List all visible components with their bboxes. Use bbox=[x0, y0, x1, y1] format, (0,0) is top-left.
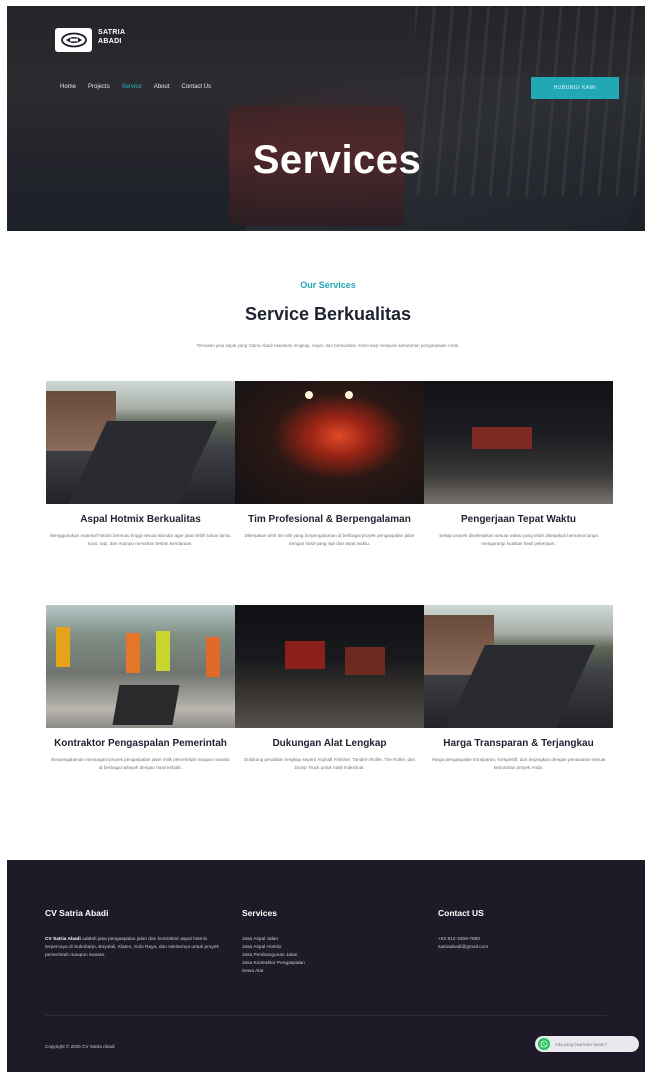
footer-about-strong: CV Satria Abadi bbox=[45, 937, 81, 942]
service-title: Harga Transparan & Terjangkau bbox=[443, 738, 594, 749]
service-text: Setiap proyek diselesaikan sesuai waktu … bbox=[439, 533, 598, 546]
service-card: Pengerjaan Tepat Waktu Setiap proyek dis… bbox=[424, 381, 613, 547]
contact-cta-button[interactable]: HUBUNGI KAMI bbox=[531, 77, 619, 99]
footer: CV Satria Abadi CV Satria Abadi adalah j… bbox=[7, 860, 645, 1072]
footer-about-title: CV Satria Abadi bbox=[45, 908, 109, 918]
brand-name[interactable]: SATRIA ABADI bbox=[98, 28, 125, 46]
brand-name-line1: SATRIA bbox=[98, 29, 126, 36]
service-text: Harga pengaspalan transparan, kompetitif… bbox=[431, 757, 606, 770]
footer-contact-list: +62 812-3456-7890 satriaabadi@gmail.com bbox=[438, 936, 608, 952]
page-title: Services bbox=[252, 138, 422, 182]
section-title: Service Berkualitas bbox=[244, 304, 412, 324]
footer-service-link[interactable]: Sewa Alat bbox=[242, 968, 412, 976]
service-title: Kontraktor Pengaspalan Pemerintah bbox=[54, 738, 227, 749]
whatsapp-label: Ada yang bisa kami bantu? bbox=[555, 1041, 607, 1047]
footer-phone[interactable]: +62 812-3456-7890 bbox=[438, 936, 608, 944]
service-image-equipment bbox=[235, 605, 424, 728]
service-text: Didukung peralatan lengkap seperti Aspha… bbox=[243, 757, 416, 770]
service-image-finished-road bbox=[424, 605, 613, 728]
logo[interactable] bbox=[55, 28, 92, 52]
section-description: Temukan jasa aspal yang Satria Abadi taw… bbox=[196, 343, 460, 348]
copyright: Copyright © 2025 CV Satria Abadi bbox=[45, 1044, 115, 1049]
service-card: Dukungan Alat Lengkap Didukung peralatan… bbox=[235, 605, 424, 771]
service-image-workers bbox=[46, 605, 235, 728]
nav-item-home[interactable]: Home bbox=[60, 84, 76, 90]
footer-contact-title: Contact US bbox=[438, 908, 484, 918]
hero-banner: SATRIA ABADI Home Projects Service About… bbox=[7, 6, 645, 231]
footer-services-list: Jasa Aspal Jalan Jasa Aspal Hotmix Jasa … bbox=[242, 936, 412, 976]
footer-contact: Contact US +62 812-3456-7890 satriaabadi… bbox=[438, 908, 608, 952]
service-card: Harga Transparan & Terjangkau Harga peng… bbox=[424, 605, 613, 771]
service-title: Dukungan Alat Lengkap bbox=[272, 738, 387, 749]
footer-service-link[interactable]: Jasa Aspal Jalan bbox=[242, 936, 412, 944]
logo-icon bbox=[60, 32, 87, 48]
footer-divider bbox=[45, 1015, 607, 1016]
service-text: Berpengalaman menangani proyek pengaspal… bbox=[51, 757, 230, 770]
footer-service-link[interactable]: Jasa Kontraktor Pengaspalan bbox=[242, 960, 412, 968]
nav-item-projects[interactable]: Projects bbox=[88, 84, 110, 90]
footer-about: CV Satria Abadi CV Satria Abadi adalah j… bbox=[45, 908, 225, 960]
whatsapp-icon bbox=[538, 1038, 550, 1050]
service-image-fresh-asphalt bbox=[46, 381, 235, 504]
footer-service-link[interactable]: Jasa Pembangunan Jalan bbox=[242, 952, 412, 960]
service-card: Kontraktor Pengaspalan Pemerintah Berpen… bbox=[46, 605, 235, 771]
footer-about-text: CV Satria Abadi adalah jasa pengaspalan … bbox=[45, 936, 225, 960]
nav-item-about[interactable]: About bbox=[154, 84, 170, 90]
nav-item-contact[interactable]: Contact Us bbox=[181, 84, 211, 90]
footer-services-title: Services bbox=[242, 908, 277, 918]
footer-email[interactable]: satriaabadi@gmail.com bbox=[438, 944, 608, 952]
brand-name-line2: ABADI bbox=[98, 38, 122, 45]
service-image-night-work bbox=[424, 381, 613, 504]
service-title: Pengerjaan Tepat Waktu bbox=[460, 514, 577, 525]
whatsapp-chat-button[interactable]: Ada yang bisa kami bantu? bbox=[535, 1036, 639, 1052]
service-title: Aspal Hotmix Berkualitas bbox=[80, 514, 201, 525]
footer-service-link[interactable]: Jasa Aspal Hotmix bbox=[242, 944, 412, 952]
service-text: Dikerjakan oleh tim ahli yang berpengala… bbox=[244, 533, 415, 546]
footer-services: Services Jasa Aspal Jalan Jasa Aspal Hot… bbox=[242, 908, 412, 976]
service-card: Aspal Hotmix Berkualitas Menggunakan mat… bbox=[46, 381, 235, 547]
service-card: Tim Profesional & Berpengalaman Dikerjak… bbox=[235, 381, 424, 547]
nav-item-service[interactable]: Service bbox=[122, 84, 142, 90]
service-text: Menggunakan material hotmix bermutu ting… bbox=[50, 533, 231, 546]
service-title: Tim Profesional & Berpengalaman bbox=[248, 514, 411, 525]
main-nav: Home Projects Service About Contact Us bbox=[60, 84, 211, 90]
section-eyebrow: Our Services bbox=[300, 280, 356, 290]
service-image-night-paving bbox=[235, 381, 424, 504]
